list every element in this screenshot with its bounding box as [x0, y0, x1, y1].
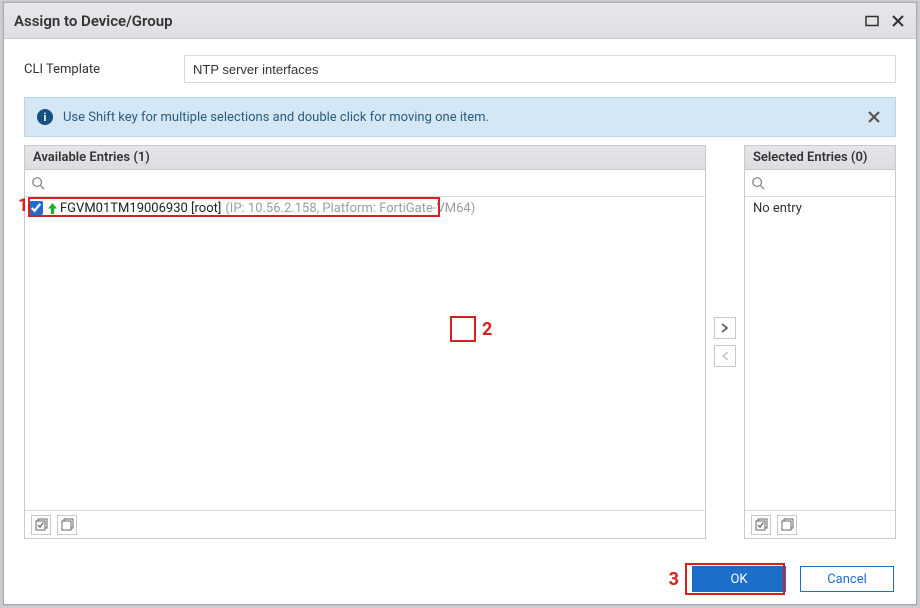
- search-icon: [31, 176, 45, 190]
- annotation-3: 3: [669, 569, 679, 590]
- close-icon[interactable]: [890, 13, 906, 29]
- available-entry[interactable]: FGVM01TM19006930 [root] (IP: 10.56.2.158…: [25, 197, 705, 219]
- available-search-wrap: [25, 170, 705, 197]
- dialog-content: CLI Template i Use Shift key for multipl…: [4, 39, 916, 539]
- select-all-button[interactable]: [751, 515, 771, 535]
- entry-name: FGVM01TM19006930 [root]: [60, 201, 221, 216]
- entry-meta: (IP: 10.56.2.158, Platform: FortiGate-VM…: [225, 201, 475, 216]
- ok-button[interactable]: OK: [692, 566, 786, 592]
- dialog-titlebar: Assign to Device/Group: [4, 3, 916, 39]
- deselect-all-button[interactable]: [777, 515, 797, 535]
- info-text: Use Shift key for multiple selections an…: [63, 110, 489, 125]
- available-search-input[interactable]: [25, 170, 705, 196]
- info-close-icon[interactable]: [867, 110, 881, 124]
- cli-template-input[interactable]: [184, 55, 896, 83]
- transfer-column: [706, 145, 744, 539]
- select-all-button[interactable]: [31, 515, 51, 535]
- info-banner: i Use Shift key for multiple selections …: [24, 97, 896, 137]
- move-right-button[interactable]: [714, 317, 736, 339]
- available-panel: Available Entries (1) FGVM01TM19006930 […: [24, 145, 706, 539]
- maximize-icon[interactable]: [864, 13, 880, 29]
- status-up-icon: [47, 203, 58, 214]
- available-body[interactable]: FGVM01TM19006930 [root] (IP: 10.56.2.158…: [25, 197, 705, 510]
- move-left-button[interactable]: [714, 345, 736, 367]
- selected-search-input[interactable]: [745, 170, 895, 196]
- selected-panel: Selected Entries (0) No entry: [744, 145, 896, 539]
- button-bar: OK Cancel: [692, 566, 894, 592]
- search-icon: [751, 176, 765, 190]
- selected-header: Selected Entries (0): [745, 146, 895, 170]
- cancel-button[interactable]: Cancel: [800, 566, 894, 592]
- deselect-all-button[interactable]: [57, 515, 77, 535]
- no-entry-text: No entry: [745, 197, 895, 220]
- selected-footer: [745, 510, 895, 538]
- cli-template-label: CLI Template: [24, 62, 184, 77]
- selected-body[interactable]: No entry: [745, 197, 895, 510]
- dual-list: Available Entries (1) FGVM01TM19006930 […: [24, 145, 896, 539]
- entry-checkbox[interactable]: [29, 201, 43, 215]
- selected-search-wrap: [745, 170, 895, 197]
- available-header: Available Entries (1): [25, 146, 705, 170]
- info-icon: i: [37, 109, 53, 125]
- dialog-title: Assign to Device/Group: [14, 12, 854, 30]
- available-footer: [25, 510, 705, 538]
- cli-template-row: CLI Template: [24, 51, 896, 87]
- assign-dialog: Assign to Device/Group CLI Template i Us…: [3, 2, 917, 605]
